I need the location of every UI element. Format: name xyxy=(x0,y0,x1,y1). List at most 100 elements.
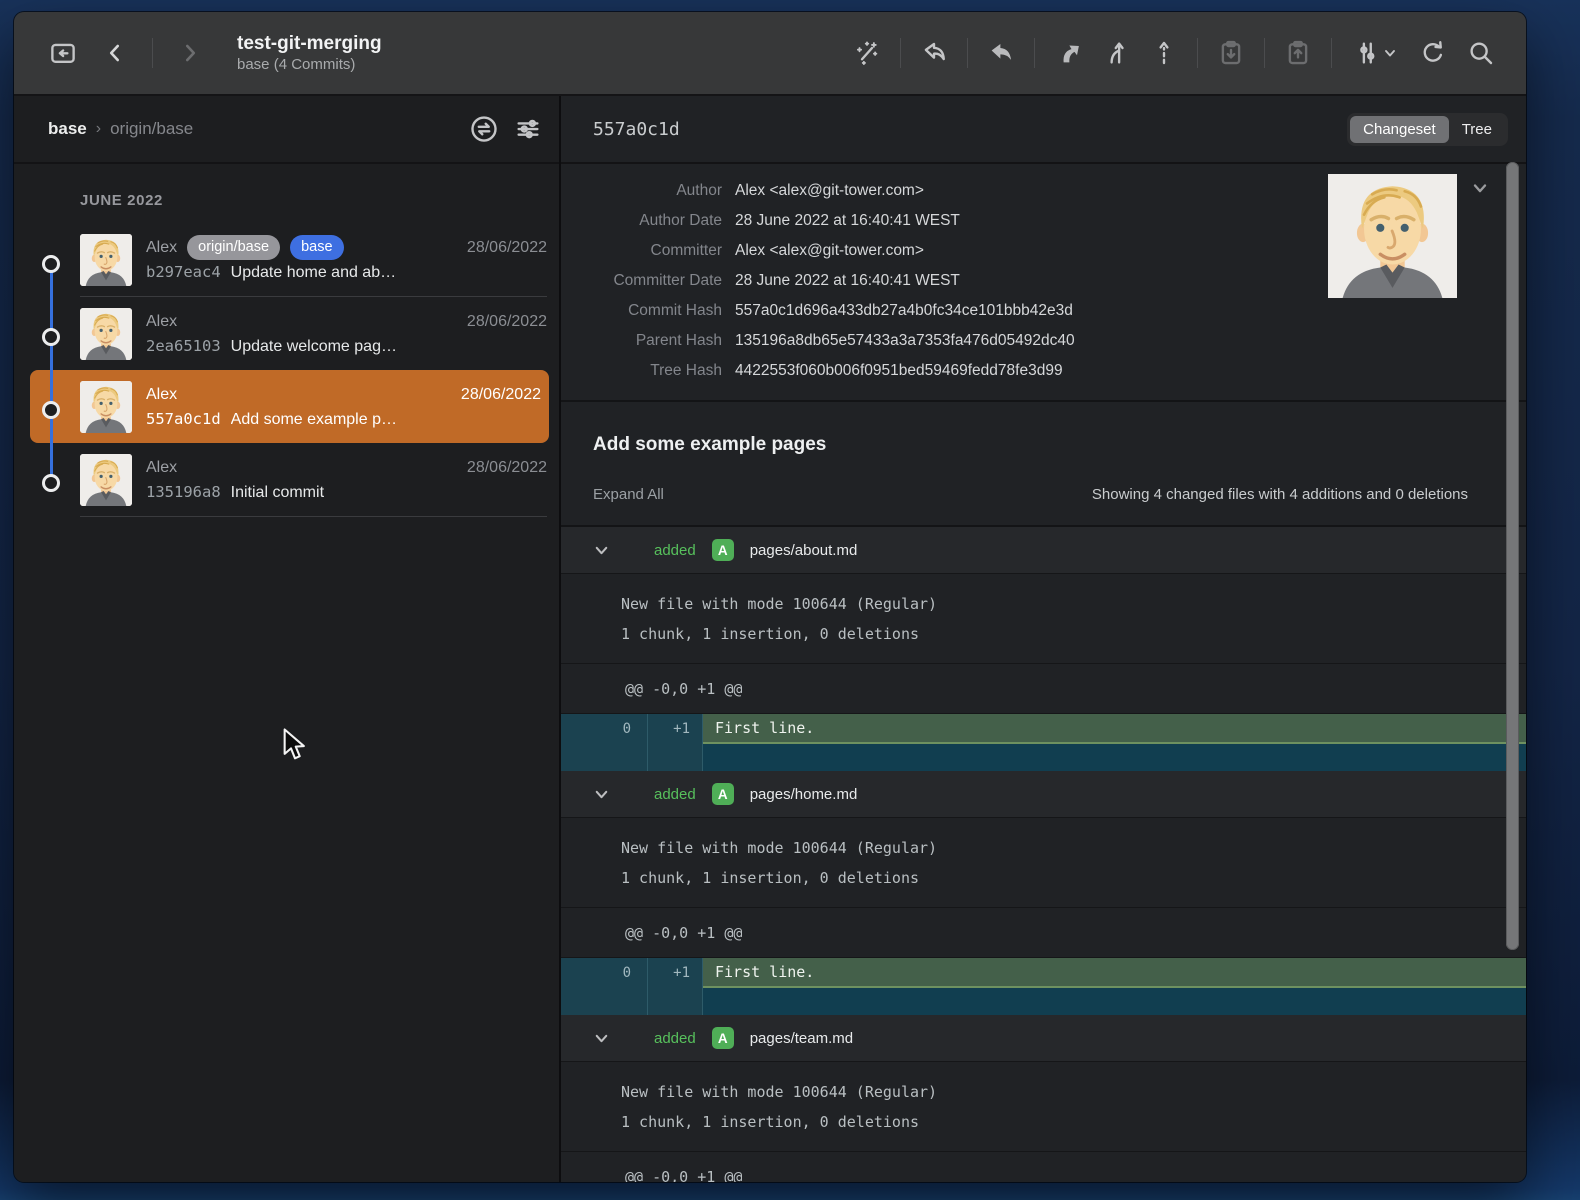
scrollbar-thumb[interactable] xyxy=(1506,162,1519,950)
old-line-number: 0 xyxy=(561,958,648,1015)
file-mode-line: New file with mode 100644 (Regular) xyxy=(621,1077,1526,1107)
rebase-icon xyxy=(1149,38,1179,68)
hunk-header-text: @@ -0,0 +1 @@ xyxy=(625,680,742,698)
meta-label: Tree Hash xyxy=(561,356,735,386)
commit-message-block: Add some example pages Expand All Showin… xyxy=(561,402,1526,527)
titlebar: test-git-merging base (4 Commits) xyxy=(14,12,1526,96)
commit-author: Alex xyxy=(146,455,177,480)
chevron-down-icon xyxy=(1382,45,1398,61)
search-icon xyxy=(1466,38,1496,68)
commit-author: Alex xyxy=(146,235,177,260)
breadcrumb-remote[interactable]: origin/base xyxy=(110,119,193,139)
commit-graph-line xyxy=(50,263,53,483)
commit-row-557a0c1d-selected[interactable]: Alex 28/06/2022 557a0c1d Add some exampl… xyxy=(30,370,549,443)
expand-all-button[interactable]: Expand All xyxy=(593,486,664,503)
clipboard-up-icon xyxy=(1283,38,1313,68)
discard-button[interactable] xyxy=(980,32,1022,74)
file-path: pages/home.md xyxy=(750,786,858,803)
commit-hash: b297eac4 xyxy=(146,260,221,285)
file-status-badge: A xyxy=(712,539,734,561)
avatar xyxy=(80,308,132,360)
detail-commit-hash: 557a0c1d xyxy=(593,119,1347,140)
branch-badge-remote: origin/base xyxy=(187,235,280,260)
diff-filler xyxy=(703,744,1526,771)
file-stats-line: 1 chunk, 1 insertion, 0 deletions xyxy=(621,1107,1526,1137)
filter-sliders-icon[interactable] xyxy=(513,114,543,144)
hunk-header: @@ -0,0 +1 @@ xyxy=(561,664,1526,714)
hunk-header-text: @@ -0,0 +1 @@ xyxy=(625,924,742,942)
avatar xyxy=(80,234,132,286)
file-status: added xyxy=(654,542,696,559)
diff-lines: 0 +1 First line. xyxy=(561,958,1526,1015)
meta-value: 135196a8db65e57433a3a7353fa476d05492dc40 xyxy=(735,326,1075,356)
file-header-about[interactable]: added A pages/about.md xyxy=(561,527,1526,574)
commit-row-b297eac4[interactable]: Alex origin/base base 28/06/2022 b297eac… xyxy=(80,223,547,297)
meta-label: Commit Hash xyxy=(561,296,735,326)
file-header-home[interactable]: added A pages/home.md xyxy=(561,771,1526,818)
file-status: added xyxy=(654,1030,696,1047)
filter-options-icon xyxy=(1352,38,1382,68)
titlebar-separator xyxy=(1197,38,1198,68)
window-title: test-git-merging xyxy=(237,32,382,56)
file-info: New file with mode 100644 (Regular) 1 ch… xyxy=(561,818,1526,908)
stash-save-button[interactable] xyxy=(1210,32,1252,74)
commit-date: 28/06/2022 xyxy=(461,382,541,407)
breadcrumb-branch[interactable]: base xyxy=(48,119,87,139)
chevron-down-icon[interactable] xyxy=(593,542,610,559)
quick-actions-button[interactable] xyxy=(846,32,888,74)
old-line-number: 0 xyxy=(561,714,648,771)
commit-hash: 135196a8 xyxy=(146,480,221,505)
titlebar-separator xyxy=(900,38,901,68)
meta-label: Parent Hash xyxy=(561,326,735,356)
commit-graph-node xyxy=(42,328,60,346)
meta-label: Committer xyxy=(561,236,735,266)
view-options-button[interactable] xyxy=(1344,32,1406,74)
titlebar-separator xyxy=(1034,38,1035,68)
search-button[interactable] xyxy=(1460,32,1502,74)
titlebar-separator xyxy=(967,38,968,68)
meta-value: Alex <alex@git-tower.com> xyxy=(735,236,924,266)
titlebar-separator xyxy=(1264,38,1265,68)
chevron-down-icon[interactable] xyxy=(593,1030,610,1047)
stash-apply-button[interactable] xyxy=(1277,32,1319,74)
file-status: added xyxy=(654,786,696,803)
meta-value: 28 June 2022 at 16:40:41 WEST xyxy=(735,266,960,296)
file-info: New file with mode 100644 (Regular) 1 ch… xyxy=(561,574,1526,664)
commit-date: 28/06/2022 xyxy=(467,455,547,480)
magic-wand-icon xyxy=(852,38,882,68)
file-status-badge: A xyxy=(712,1027,734,1049)
commit-date: 28/06/2022 xyxy=(467,235,547,260)
hunk-header: @@ -0,0 +1 @@ xyxy=(561,908,1526,958)
commit-author: Alex xyxy=(146,382,177,407)
refresh-button[interactable] xyxy=(1412,32,1454,74)
commit-row-2ea65103[interactable]: Alex 28/06/2022 2ea65103 Update welcome … xyxy=(80,297,547,370)
open-repo-button[interactable] xyxy=(42,32,84,74)
compare-branches-icon[interactable] xyxy=(469,114,499,144)
back-button[interactable] xyxy=(94,32,136,74)
undo-button[interactable] xyxy=(913,32,955,74)
commit-row-135196a8[interactable]: Alex 28/06/2022 135196a8 Initial commit xyxy=(80,443,547,517)
author-avatar xyxy=(1328,174,1457,298)
file-header-team[interactable]: added A pages/team.md xyxy=(561,1015,1526,1062)
file-stats-line: 1 chunk, 1 insertion, 0 deletions xyxy=(621,863,1526,893)
commit-hash: 2ea65103 xyxy=(146,334,221,359)
commit-message: Add some example p… xyxy=(231,407,397,432)
detail-scroll-area: AuthorAlex <alex@git-tower.com> Author D… xyxy=(561,162,1526,1182)
tab-changeset[interactable]: Changeset xyxy=(1350,116,1449,143)
forward-button[interactable] xyxy=(169,32,211,74)
added-line: First line. xyxy=(703,958,1526,988)
tab-tree[interactable]: Tree xyxy=(1449,116,1505,143)
collapse-metadata-chevron-icon[interactable] xyxy=(1470,178,1490,198)
commit-author: Alex xyxy=(146,309,177,334)
commit-graph-node xyxy=(42,255,60,273)
cherry-pick-button[interactable] xyxy=(1047,32,1089,74)
chevron-down-icon[interactable] xyxy=(593,786,610,803)
open-repo-icon xyxy=(48,38,78,68)
commit-graph-node xyxy=(42,474,60,492)
diff-filler xyxy=(703,988,1526,1015)
avatar xyxy=(80,381,132,433)
merge-button[interactable] xyxy=(1095,32,1137,74)
rebase-button[interactable] xyxy=(1143,32,1185,74)
commit-hash: 557a0c1d xyxy=(146,407,221,432)
titlebar-separator xyxy=(1331,38,1332,68)
